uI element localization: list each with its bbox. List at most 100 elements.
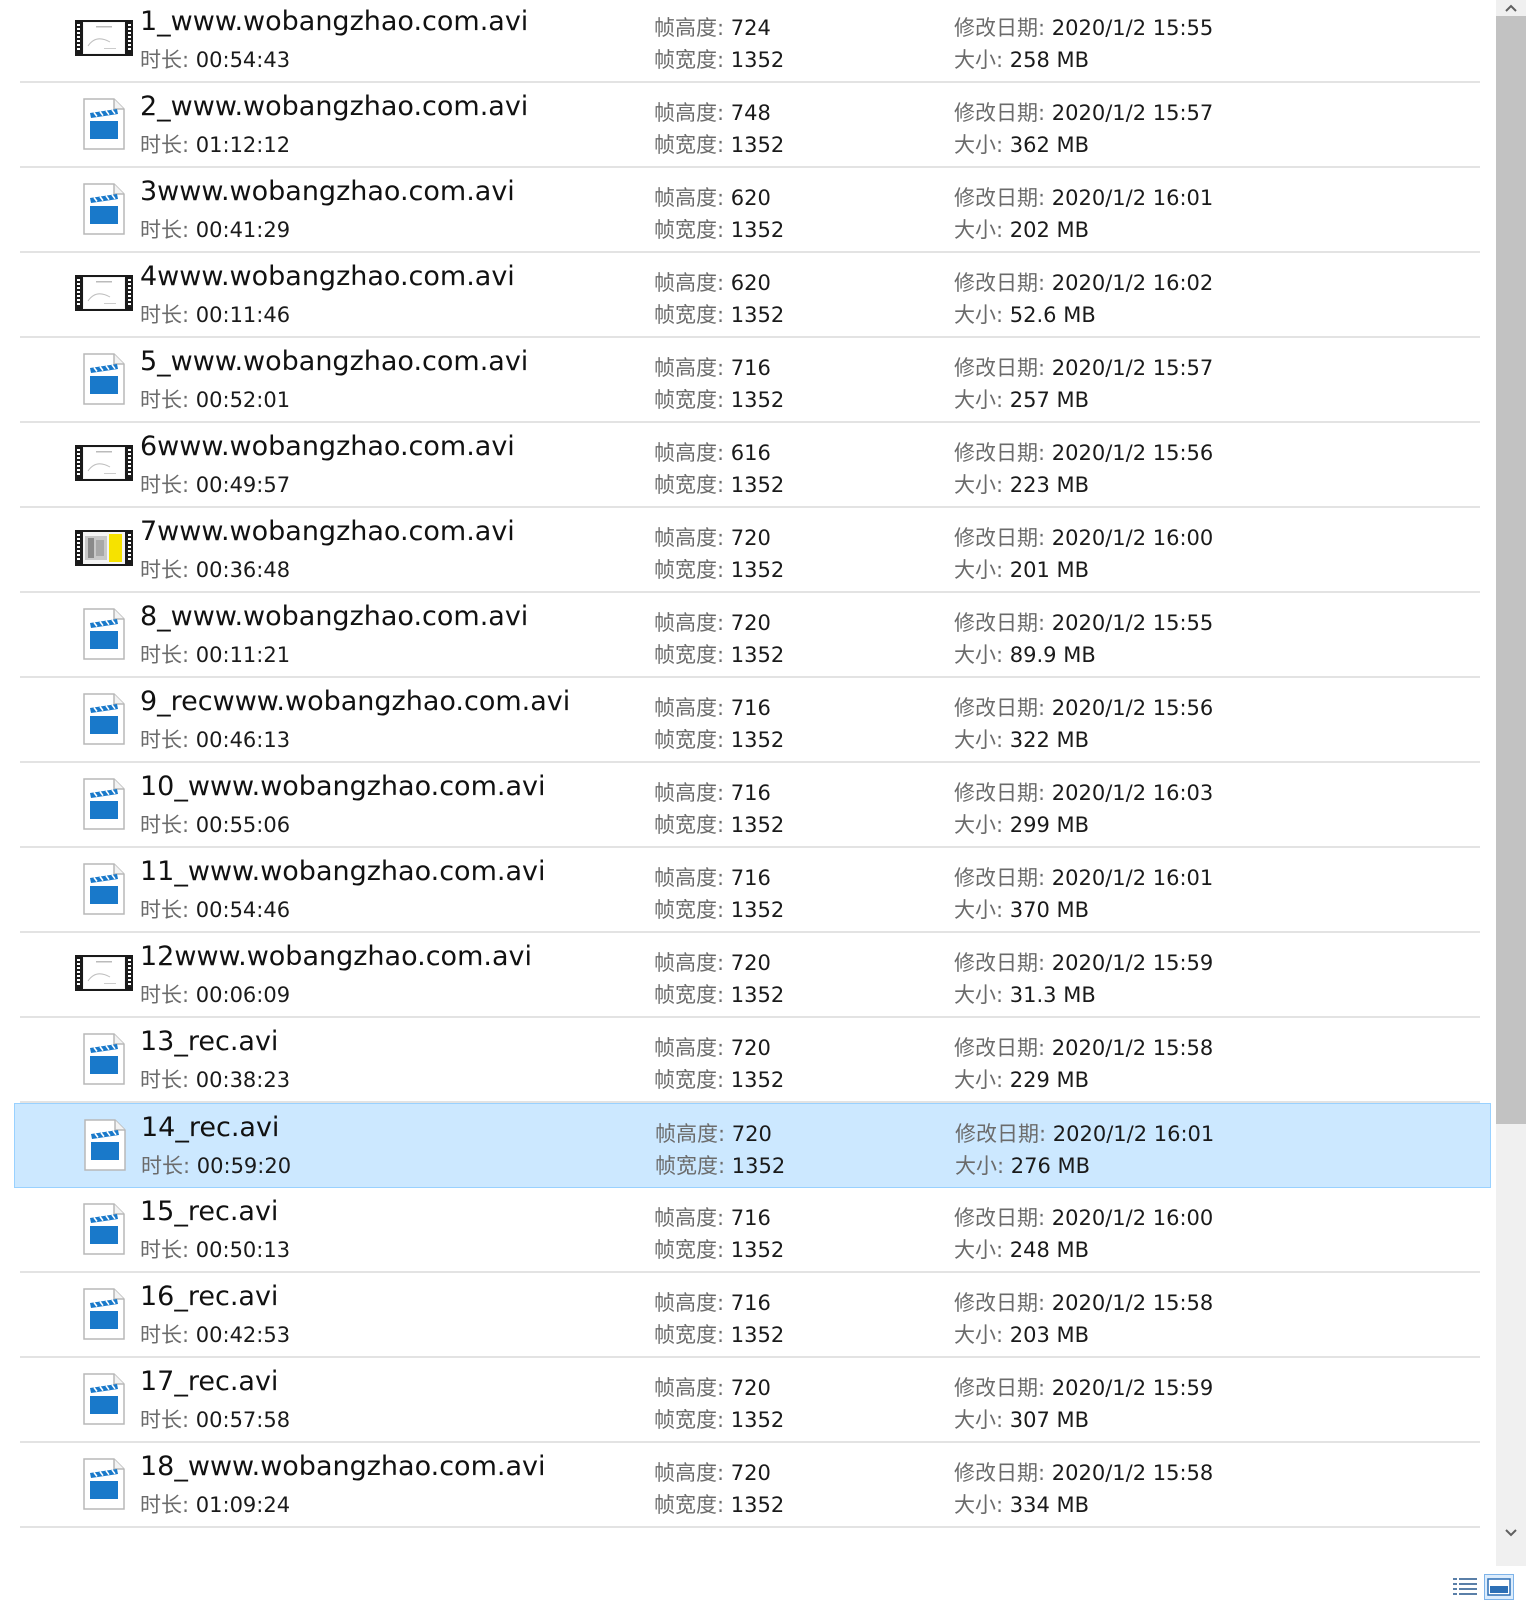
file-row[interactable]: 17_rec.avi 时长: 00:57:58 帧高度: 720 帧宽度: 1352 修…: [20, 1358, 1480, 1443]
vertical-scrollbar[interactable]: [1496, 0, 1526, 1566]
frame-width-label: 帧宽度:: [654, 218, 731, 242]
modified-date: 修改日期: 2020/1/2 15:56: [954, 437, 1213, 467]
frame-width-label: 帧宽度:: [654, 983, 731, 1007]
duration: 时长: 01:12:12: [140, 129, 290, 159]
frame-height-label: 帧高度:: [654, 1461, 731, 1485]
chevron-up-icon: [1505, 4, 1517, 12]
file-thumbnail[interactable]: [74, 178, 134, 238]
file-row[interactable]: 16_rec.avi 时长: 00:42:53 帧高度: 716 帧宽度: 1352 修…: [20, 1273, 1480, 1358]
video-file-icon: [83, 693, 125, 745]
file-row[interactable]: 1_www.wobangzhao.com.avi 时长: 00:54:43 帧高度:…: [20, 0, 1480, 83]
file-row[interactable]: 9_recwww.wobangzhao.com.avi 时长: 00:46:13 帧…: [20, 678, 1480, 763]
file-row[interactable]: 10_www.wobangzhao.com.avi 时长: 00:55:06 帧高度…: [20, 763, 1480, 848]
file-row[interactable]: 5_www.wobangzhao.com.avi 时长: 00:52:01 帧高度:…: [20, 338, 1480, 423]
duration: 时长: 00:49:57: [140, 469, 290, 499]
frame-height: 帧高度: 716: [654, 692, 771, 722]
file-size-value: 229 MB: [1009, 1068, 1090, 1092]
modified-date-label: 修改日期:: [954, 1206, 1052, 1230]
file-size-label: 大小:: [954, 218, 1010, 242]
file-name: 11_www.wobangzhao.com.avi: [140, 856, 546, 887]
file-size-label: 大小:: [954, 813, 1010, 837]
modified-date-label: 修改日期:: [954, 186, 1052, 210]
modified-date: 修改日期: 2020/1/2 16:01: [955, 1118, 1214, 1148]
file-size-label: 大小:: [954, 558, 1010, 582]
file-row[interactable]: 6www.wobangzhao.com.avi 时长: 00:49:57 帧高度: …: [20, 423, 1480, 508]
frame-height: 帧高度: 620: [654, 182, 771, 212]
file-thumbnail[interactable]: [74, 8, 134, 68]
frame-height-label: 帧高度:: [654, 271, 731, 295]
frame-width-value: 1352: [730, 218, 785, 242]
file-size-label: 大小:: [954, 983, 1010, 1007]
file-row[interactable]: 13_rec.avi 时长: 00:38:23 帧高度: 720 帧宽度: 1352 修…: [20, 1018, 1480, 1103]
frame-height-value: 620: [730, 271, 771, 295]
file-row[interactable]: 7www.wobangzhao.com.avi 时长: 00:36:48 帧高度: …: [20, 508, 1480, 593]
file-row[interactable]: 14_rec.avi 时长: 00:59:20 帧高度: 720 帧宽度: 1352 修…: [14, 1103, 1491, 1188]
duration-label: 时长:: [140, 473, 196, 497]
file-row[interactable]: 18_www.wobangzhao.com.avi 时长: 01:09:24 帧高度…: [20, 1443, 1480, 1528]
modified-date-label: 修改日期:: [955, 1122, 1053, 1146]
frame-height-value: 720: [730, 1036, 771, 1060]
file-name: 10_www.wobangzhao.com.avi: [140, 771, 546, 802]
frame-width: 帧宽度: 1352: [654, 639, 784, 669]
file-row[interactable]: 15_rec.avi 时长: 00:50:13 帧高度: 716 帧宽度: 1352 修…: [20, 1188, 1480, 1273]
file-size: 大小: 276 MB: [955, 1150, 1090, 1180]
file-name: 18_www.wobangzhao.com.avi: [140, 1451, 546, 1482]
frame-height-value: 720: [730, 951, 771, 975]
file-row[interactable]: 12www.wobangzhao.com.avi 时长: 00:06:09 帧高度:…: [20, 933, 1480, 1018]
file-size-label: 大小:: [955, 1154, 1011, 1178]
film-frame-icon: [75, 955, 133, 991]
modified-date-value: 2020/1/2 15:56: [1051, 441, 1214, 465]
modified-date-value: 2020/1/2 15:58: [1051, 1291, 1214, 1315]
large-icons-view-button[interactable]: [1484, 1574, 1514, 1600]
file-thumbnail[interactable]: [74, 93, 134, 153]
duration: 时长: 00:11:21: [140, 639, 290, 669]
file-thumbnail[interactable]: [74, 263, 134, 323]
frame-width-value: 1352: [730, 813, 785, 837]
file-thumbnail[interactable]: [74, 773, 134, 833]
file-thumbnail[interactable]: [74, 1368, 134, 1428]
details-view-button[interactable]: [1452, 1576, 1478, 1598]
file-size: 大小: 223 MB: [954, 469, 1089, 499]
modified-date: 修改日期: 2020/1/2 15:58: [954, 1032, 1213, 1062]
duration-value: 00:42:53: [195, 1323, 291, 1347]
duration-value: 00:06:09: [195, 983, 291, 1007]
file-row[interactable]: 2_www.wobangzhao.com.avi 时长: 01:12:12 帧高度:…: [20, 83, 1480, 168]
file-thumbnail[interactable]: [74, 433, 134, 493]
file-row[interactable]: 8_www.wobangzhao.com.avi 时长: 00:11:21 帧高度:…: [20, 593, 1480, 678]
frame-height-label: 帧高度:: [654, 866, 731, 890]
file-thumbnail[interactable]: [74, 943, 134, 1003]
file-thumbnail[interactable]: [74, 688, 134, 748]
scroll-thumb[interactable]: [1496, 16, 1526, 1124]
modified-date: 修改日期: 2020/1/2 16:02: [954, 267, 1213, 297]
scroll-up-button[interactable]: [1496, 0, 1526, 16]
file-thumbnail[interactable]: [74, 858, 134, 918]
frame-width-label: 帧宽度:: [655, 1154, 732, 1178]
file-thumbnail[interactable]: [74, 348, 134, 408]
file-row[interactable]: 3www.wobangzhao.com.avi 时长: 00:41:29 帧高度: …: [20, 168, 1480, 253]
file-thumbnail[interactable]: [74, 1198, 134, 1258]
duration-value: 00:54:46: [195, 898, 291, 922]
modified-date: 修改日期: 2020/1/2 15:57: [954, 97, 1213, 127]
duration: 时长: 00:42:53: [140, 1319, 290, 1349]
film-frame-icon: [75, 20, 133, 56]
frame-height: 帧高度: 720: [654, 1372, 771, 1402]
file-thumbnail[interactable]: [74, 1028, 134, 1088]
file-row[interactable]: 11_www.wobangzhao.com.avi 时长: 00:54:46 帧高度…: [20, 848, 1480, 933]
file-row[interactable]: 4www.wobangzhao.com.avi 时长: 00:11:46 帧高度: …: [20, 253, 1480, 338]
file-thumbnail[interactable]: [74, 1283, 134, 1343]
file-thumbnail[interactable]: [75, 1114, 135, 1174]
file-thumbnail[interactable]: [74, 518, 134, 578]
modified-date-label: 修改日期:: [954, 356, 1052, 380]
duration: 时长: 00:55:06: [140, 809, 290, 839]
file-size: 大小: 299 MB: [954, 809, 1089, 839]
file-thumbnail[interactable]: [74, 603, 134, 663]
file-size-label: 大小:: [954, 388, 1010, 412]
file-size: 大小: 89.9 MB: [954, 639, 1096, 669]
file-thumbnail[interactable]: [74, 1453, 134, 1513]
video-file-icon: [83, 778, 125, 830]
frame-width: 帧宽度: 1352: [654, 44, 784, 74]
scroll-down-button[interactable]: [1496, 1518, 1526, 1548]
file-size: 大小: 257 MB: [954, 384, 1089, 414]
frame-height-label: 帧高度:: [654, 441, 731, 465]
file-name: 12www.wobangzhao.com.avi: [140, 941, 532, 972]
